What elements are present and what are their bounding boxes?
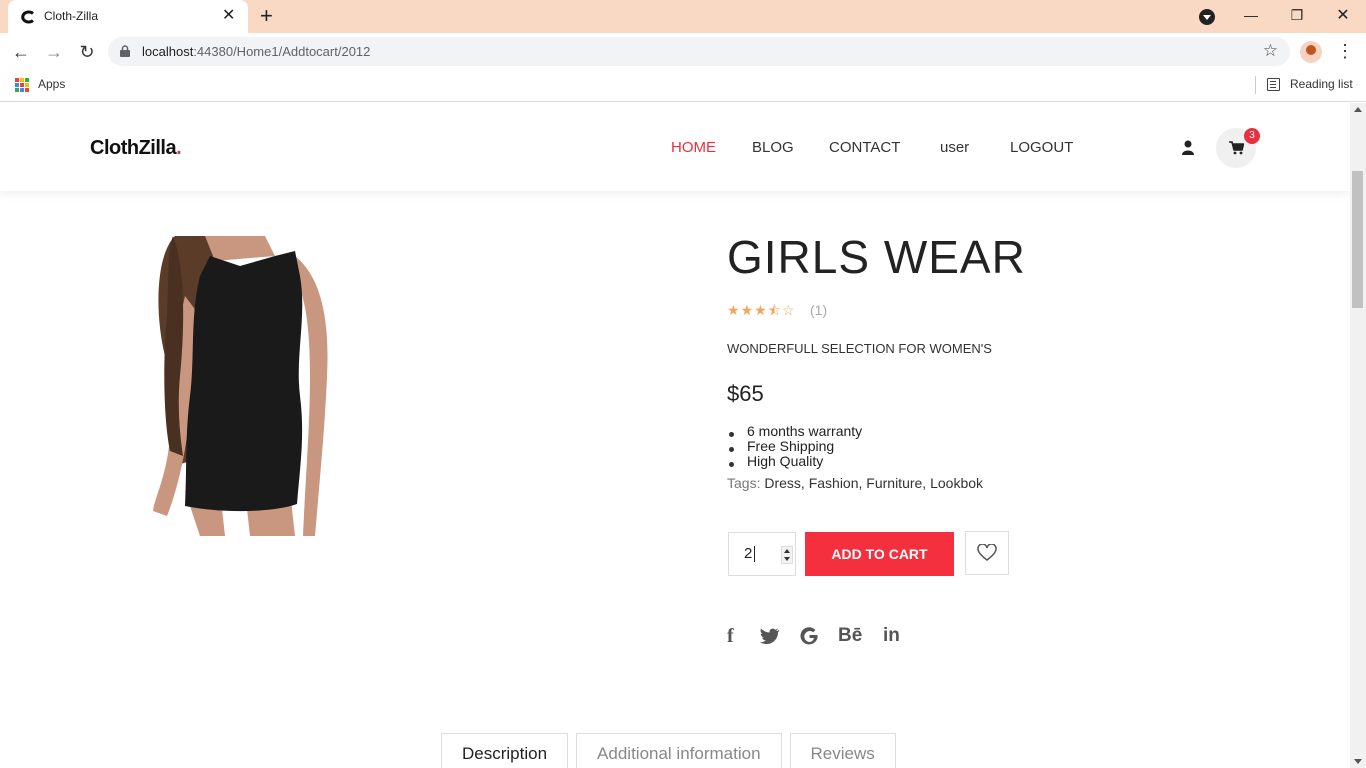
apps-label[interactable]: Apps bbox=[38, 77, 65, 91]
profile-avatar[interactable] bbox=[1300, 41, 1322, 63]
user-icon[interactable] bbox=[1181, 140, 1195, 156]
minimize-button[interactable]: — bbox=[1228, 0, 1274, 30]
nav-blog[interactable]: BLOG bbox=[752, 139, 794, 156]
close-tab-icon[interactable]: ✕ bbox=[222, 7, 235, 25]
logo-dot: . bbox=[176, 137, 182, 159]
bookmarks-divider bbox=[1255, 76, 1256, 94]
restore-button[interactable]: ❐ bbox=[1274, 0, 1320, 30]
feature-item: Free Shipping bbox=[727, 439, 862, 454]
site-logo[interactable]: ClothZilla. bbox=[90, 137, 182, 160]
tags-label: Tags: bbox=[727, 475, 761, 491]
browser-tabbar: Cloth-Zilla ✕ + — ❐ ✕ bbox=[0, 0, 1366, 33]
linkedin-icon[interactable]: in bbox=[883, 625, 900, 647]
address-bar[interactable]: localhost:44380/Home1/Addtocart/2012 ☆ bbox=[108, 37, 1290, 66]
forward-icon[interactable]: → bbox=[43, 41, 65, 63]
close-window-button[interactable]: ✕ bbox=[1320, 0, 1366, 30]
feature-item: 6 months warranty bbox=[727, 424, 862, 439]
cart-button[interactable]: 3 bbox=[1216, 128, 1260, 168]
behance-icon[interactable]: Bē bbox=[838, 625, 862, 647]
tab-description[interactable]: Description bbox=[441, 733, 569, 768]
quantity-stepper[interactable]: 2 bbox=[728, 532, 796, 576]
tab-reviews[interactable]: Reviews bbox=[789, 733, 896, 768]
bookmark-star-icon[interactable]: ☆ bbox=[1263, 41, 1278, 61]
browser-tab[interactable]: Cloth-Zilla ✕ bbox=[8, 0, 248, 33]
nav-home[interactable]: HOME bbox=[671, 139, 716, 156]
tab-title: Cloth-Zilla bbox=[44, 9, 99, 23]
wishlist-button[interactable] bbox=[965, 531, 1009, 575]
new-tab-button[interactable]: + bbox=[260, 5, 273, 27]
star-half-icon: ⯪ bbox=[767, 302, 781, 318]
site-header: ClothZilla. HOME BLOG CONTACT user LOGOU… bbox=[0, 103, 1350, 191]
scrollbar-thumb[interactable] bbox=[1352, 171, 1363, 308]
star-full-icon: ★ bbox=[754, 302, 767, 318]
scroll-down-arrow-icon[interactable] bbox=[1354, 759, 1362, 764]
url-host: localhost bbox=[142, 44, 194, 59]
url-text: localhost:44380/Home1/Addtocart/2012 bbox=[142, 44, 370, 59]
quantity-input[interactable]: 2 bbox=[744, 545, 756, 562]
reload-icon[interactable]: ↻ bbox=[76, 41, 98, 63]
reading-list-icon[interactable] bbox=[1267, 78, 1280, 91]
browser-toolbar: ← → ↻ localhost:44380/Home1/Addtocart/20… bbox=[0, 33, 1366, 70]
google-icon[interactable] bbox=[800, 627, 819, 646]
add-to-cart-button[interactable]: ADD TO CART bbox=[805, 532, 954, 576]
nav-user[interactable]: user bbox=[940, 139, 969, 156]
logo-text: ClothZilla bbox=[90, 137, 177, 159]
product-image[interactable] bbox=[145, 236, 335, 536]
browser-menu-icon[interactable]: ⋮ bbox=[1336, 41, 1354, 62]
twitter-icon[interactable] bbox=[760, 628, 780, 644]
star-full-icon: ★ bbox=[740, 302, 754, 318]
rating-stars: ★ ★ ★ ⯪ ☆ bbox=[727, 302, 795, 318]
url-path: :44380/Home1/Addtocart/2012 bbox=[193, 44, 371, 59]
back-icon[interactable]: ← bbox=[10, 41, 32, 63]
cart-icon bbox=[1229, 141, 1244, 155]
product-price: $65 bbox=[727, 381, 764, 406]
feature-item: High Quality bbox=[727, 454, 862, 469]
nav-logout[interactable]: LOGOUT bbox=[1010, 139, 1073, 156]
cart-count-badge: 3 bbox=[1244, 128, 1260, 144]
reading-list-label[interactable]: Reading list bbox=[1290, 77, 1353, 91]
product-subtitle: WONDERFULL SELECTION FOR WOMEN'S bbox=[727, 341, 992, 356]
scroll-up-arrow-icon[interactable] bbox=[1354, 107, 1362, 112]
site-favicon-icon bbox=[21, 10, 34, 24]
facebook-icon[interactable]: f bbox=[727, 625, 734, 648]
nav-contact[interactable]: CONTACT bbox=[829, 139, 900, 156]
tags-values[interactable]: Dress, Fashion, Furniture, Lookbok bbox=[764, 475, 983, 491]
star-full-icon: ★ bbox=[727, 302, 740, 318]
page-viewport: ClothZilla. HOME BLOG CONTACT user LOGOU… bbox=[0, 103, 1350, 768]
bookmarks-bar: Apps Reading list bbox=[0, 70, 1366, 102]
product-tabs: Description Additional information Revie… bbox=[441, 733, 896, 768]
apps-grid-icon[interactable] bbox=[15, 78, 29, 92]
star-empty-icon: ☆ bbox=[781, 302, 795, 318]
page-scrollbar[interactable] bbox=[1350, 103, 1366, 768]
rating-count[interactable]: (1) bbox=[810, 302, 827, 318]
product-title: GIRLS WEAR bbox=[727, 231, 1026, 283]
feature-list: 6 months warranty Free Shipping High Qua… bbox=[727, 424, 862, 469]
tab-search-icon[interactable] bbox=[1199, 9, 1215, 25]
heart-icon bbox=[977, 544, 997, 561]
lock-icon bbox=[120, 45, 130, 57]
tab-additional-information[interactable]: Additional information bbox=[576, 733, 782, 768]
quantity-spin-buttons[interactable] bbox=[781, 546, 793, 564]
product-tags: Tags: Dress, Fashion, Furniture, Lookbok bbox=[727, 475, 983, 491]
